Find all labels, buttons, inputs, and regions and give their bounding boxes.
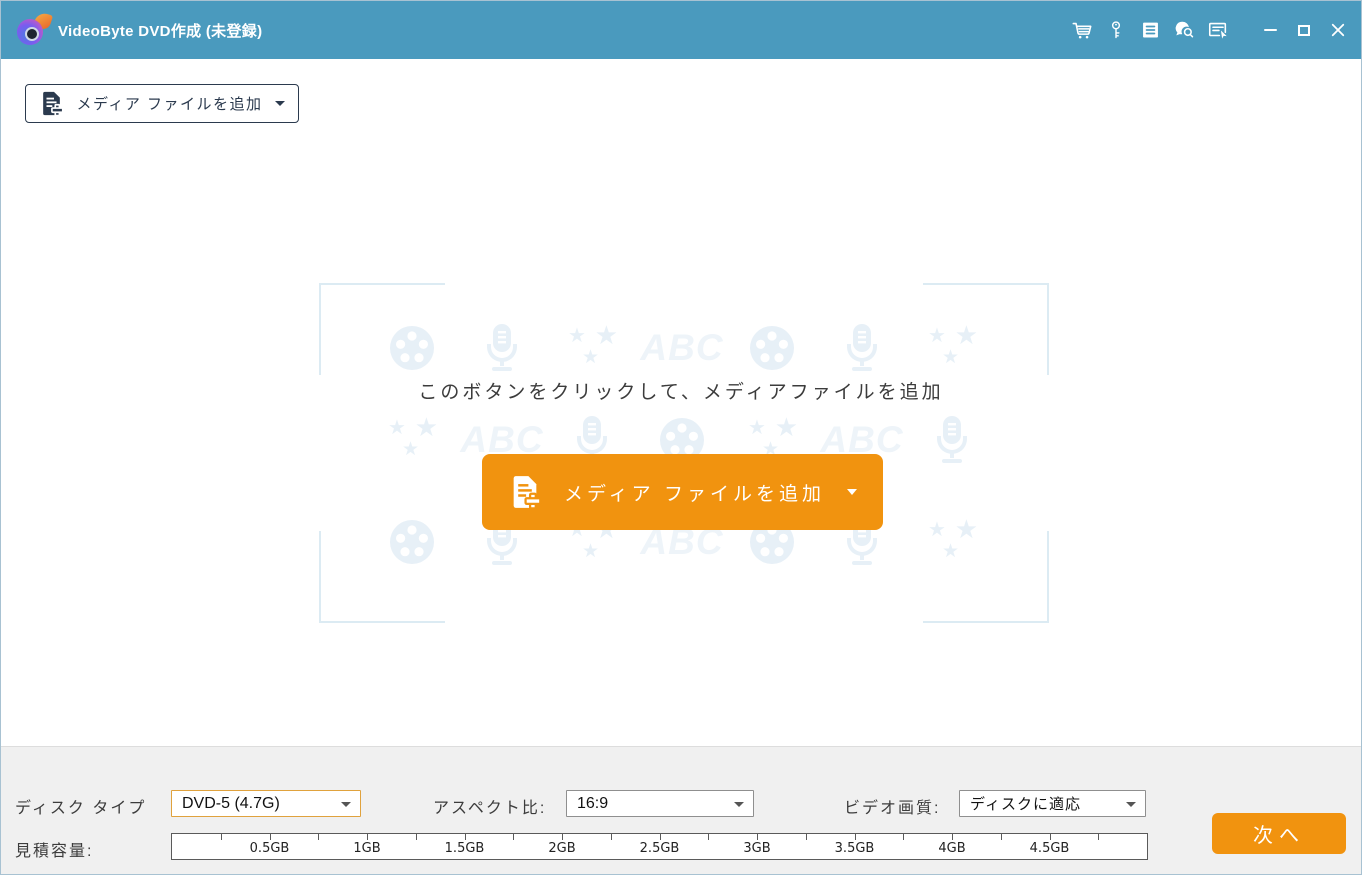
chevron-down-icon	[274, 101, 285, 106]
aspect-ratio-label: アスペクト比:	[433, 800, 547, 817]
capacity-bar: 0.5GB 1GB 1.5GB 2GB 2.5GB 3GB 3.5GB 4GB 4.5GB	[171, 833, 1148, 860]
drop-frame-corner	[319, 531, 445, 623]
drop-frame-corner	[923, 531, 1049, 623]
disc-type-label: ディスク タイプ	[15, 800, 147, 817]
bottom-settings-bar: ディスク タイプ DVD-5 (4.7G) アスペクト比: 16:9 ビデオ画質…	[1, 746, 1361, 874]
capacity-tick	[854, 834, 856, 840]
video-quality-value: ディスクに適応	[970, 796, 1081, 813]
next-button[interactable]: 次へ	[1212, 813, 1346, 854]
maximize-icon[interactable]	[1293, 17, 1315, 43]
add-media-primary-label: メディア ファイルを追加	[564, 483, 825, 505]
capacity-tick-label: 4GB	[938, 841, 966, 856]
capacity-tick	[464, 834, 466, 840]
capacity-tick	[562, 834, 563, 840]
capacity-tick	[367, 834, 368, 840]
capacity-tick	[659, 834, 661, 840]
chevron-down-icon	[1126, 802, 1136, 807]
titlebar: VideoByte DVD作成 (未登録)	[1, 1, 1361, 59]
watermark-stars-icon: ★★★	[568, 320, 618, 368]
minimize-icon[interactable]	[1259, 17, 1281, 43]
watermark-row: ★★★ ABC ★★★	[377, 319, 987, 377]
watermark-microphone-icon	[917, 411, 987, 469]
capacity-tick	[415, 834, 417, 840]
capacity-tick-label: 3GB	[743, 841, 771, 856]
capacity-tick	[220, 834, 222, 840]
document-icon[interactable]	[1139, 17, 1161, 43]
chevron-down-icon	[846, 489, 857, 495]
drop-frame-corner	[923, 283, 1049, 375]
capacity-tick-label: 2GB	[548, 841, 576, 856]
capacity-tick	[513, 834, 515, 840]
watermark-microphone-icon	[467, 319, 537, 377]
add-media-primary-button[interactable]: メディア ファイルを追加	[482, 454, 883, 530]
titlebar-buttons	[1071, 17, 1361, 43]
watermark-microphone-icon	[827, 319, 897, 377]
capacity-tick	[708, 834, 710, 840]
add-media-toolbar-label: メディア ファイルを追加	[76, 96, 263, 113]
capacity-tick	[903, 834, 905, 840]
app-logo-icon	[16, 10, 54, 47]
disc-type-dropdown[interactable]: DVD-5 (4.7G)	[171, 790, 361, 817]
capacity-tick	[610, 834, 612, 840]
capacity-tick	[318, 834, 320, 840]
estimated-capacity-label: 見積容量:	[15, 843, 94, 860]
window-title: VideoByte DVD作成 (未登録)	[58, 22, 263, 40]
capacity-tick	[757, 834, 758, 840]
watermark-stars-icon: ★★★	[388, 412, 438, 460]
aspect-ratio-dropdown[interactable]: 16:9	[566, 790, 754, 817]
video-quality-dropdown[interactable]: ディスクに適応	[959, 790, 1146, 817]
capacity-tick	[952, 834, 953, 840]
add-media-hint-text: このボタンをクリックして、メディアファイルを追加	[418, 382, 944, 403]
add-media-toolbar-button[interactable]: メディア ファイルを追加	[25, 84, 299, 123]
capacity-tick	[1098, 834, 1100, 840]
capacity-tick	[805, 834, 807, 840]
video-quality-label: ビデオ画質:	[844, 800, 941, 817]
capacity-tick	[269, 834, 271, 840]
disc-type-value: DVD-5 (4.7G)	[182, 794, 280, 812]
key-register-icon[interactable]	[1105, 17, 1127, 43]
cart-icon[interactable]	[1071, 17, 1093, 43]
capacity-tick	[1000, 834, 1002, 840]
close-icon[interactable]	[1327, 17, 1349, 43]
capacity-tick-label: 4.5GB	[1029, 841, 1070, 856]
capacity-tick-label: 1GB	[353, 841, 381, 856]
aspect-ratio-value: 16:9	[577, 794, 609, 812]
menu-icon[interactable]	[1207, 17, 1229, 43]
add-file-icon	[43, 91, 65, 116]
chevron-down-icon	[341, 802, 351, 807]
watermark-abc-text: ABC	[640, 327, 724, 368]
watermark-film-reel-icon	[737, 319, 807, 377]
app-window: VideoByte DVD作成 (未登録) ★ ★ ★ ABC ★ ★ ★ ★ …	[0, 0, 1362, 875]
chevron-down-icon	[734, 802, 744, 807]
add-file-icon	[513, 476, 542, 509]
capacity-tick-label: 3.5GB	[834, 841, 875, 856]
feedback-icon[interactable]	[1173, 17, 1195, 43]
capacity-tick-label: 2.5GB	[639, 841, 680, 856]
capacity-tick	[1049, 834, 1051, 840]
capacity-tick-label: 1.5GB	[444, 841, 485, 856]
drop-frame-corner	[319, 283, 445, 375]
capacity-tick-label: 0.5GB	[249, 841, 290, 856]
